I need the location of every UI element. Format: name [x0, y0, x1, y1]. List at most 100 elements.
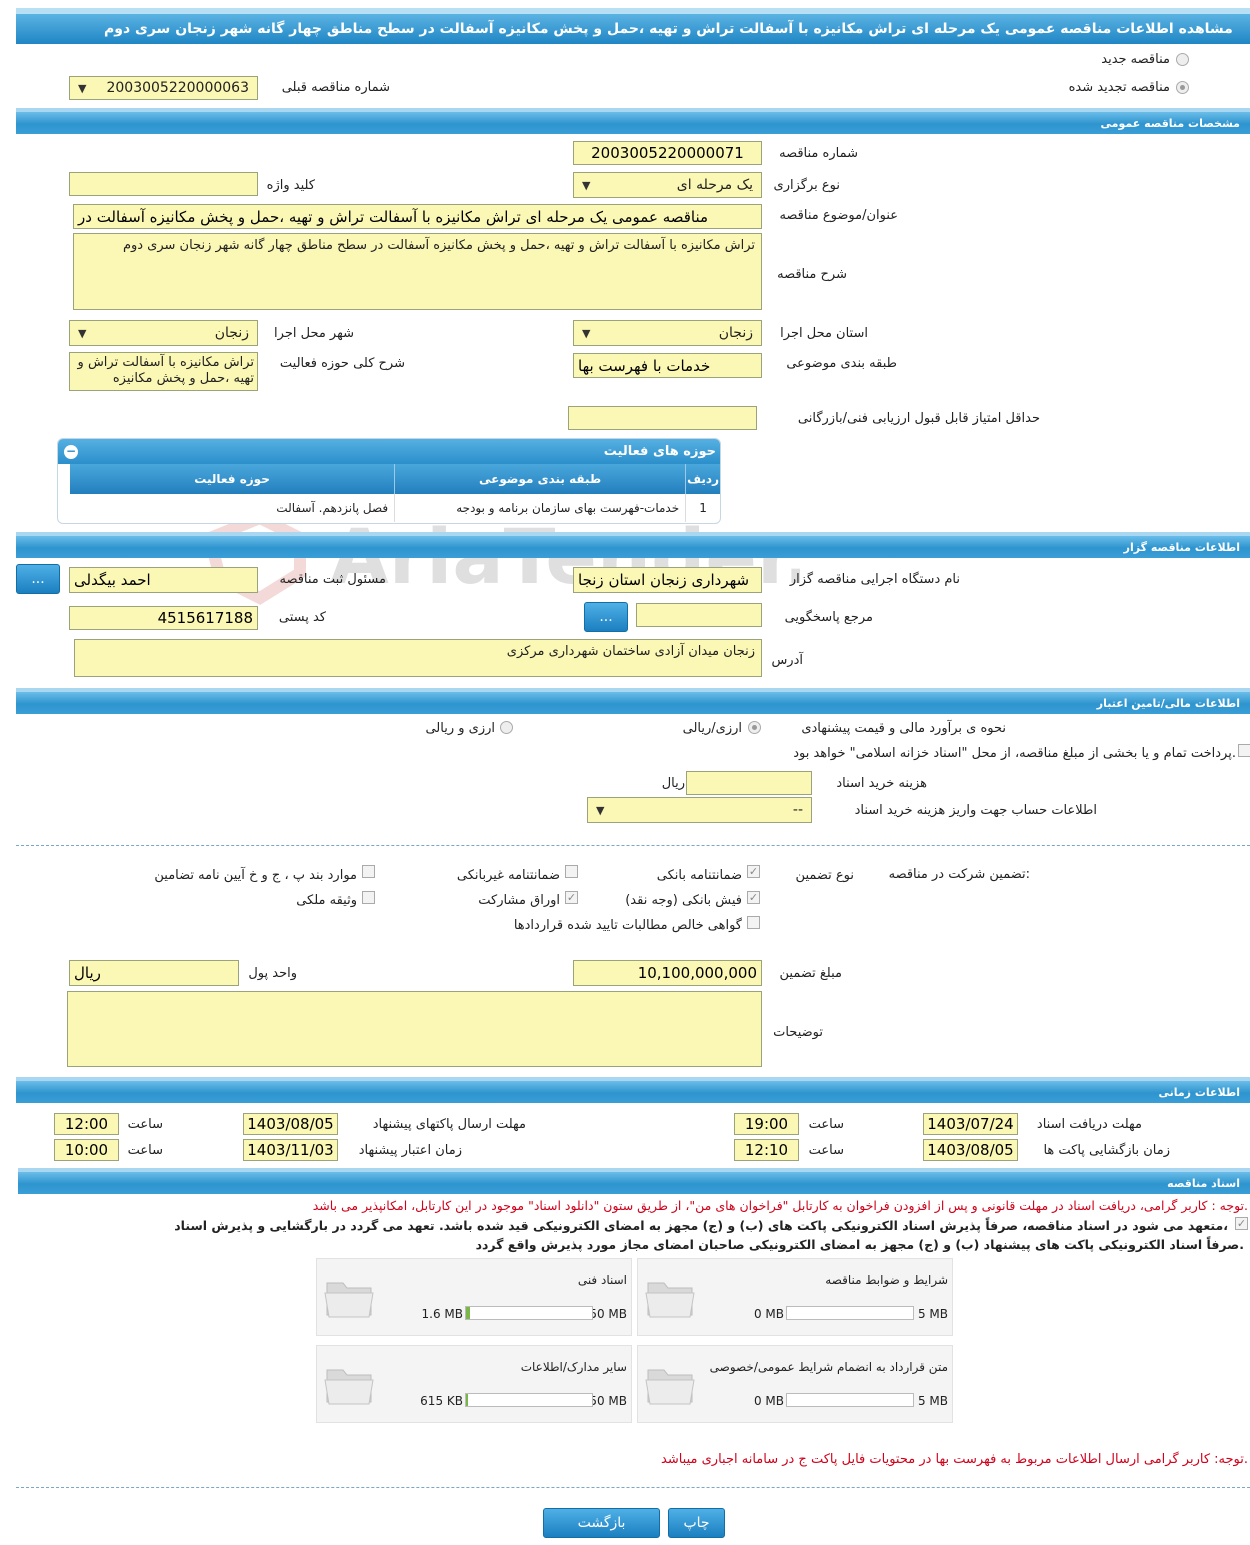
- section-organizer: اطلاعات مناقصه گزار: [16, 532, 1250, 558]
- doc-progress: [465, 1393, 593, 1407]
- activity-panel: − حوزه های فعالیت ردیف طبقه بندی موضوعی …: [57, 438, 721, 524]
- keyword-label: کلید واژه: [266, 178, 315, 193]
- participation-bonds-label: اوراق مشارکت: [478, 893, 560, 908]
- section-finance: اطلاعات مالی/تامین اعتبار: [16, 688, 1250, 714]
- doc-size: 1.6 MB: [421, 1307, 463, 1321]
- bank-guarantee-label: ضمانتنامه بانکی: [656, 868, 742, 883]
- doc-size: 615 KB: [420, 1394, 463, 1408]
- account-value: --: [792, 802, 803, 818]
- category-field[interactable]: خدمات با فهرست بها: [573, 353, 762, 378]
- col-header-category: طبقه بندی موضوعی: [394, 464, 686, 494]
- folder-icon: [645, 1369, 695, 1405]
- send-time-field[interactable]: 12:00: [54, 1113, 119, 1135]
- send-date-field[interactable]: 1403/08/05: [243, 1113, 338, 1135]
- subject-field[interactable]: مناقصه عمومی یک مرحله ای تراش مکانیزه با…: [73, 204, 762, 229]
- chevron-down-icon: ▼: [582, 178, 591, 192]
- guarantee-amount-field[interactable]: 10,100,000,000: [573, 960, 762, 986]
- guarantee-type-label: نوع تضمین: [795, 868, 854, 883]
- doc-max: 50 MB: [589, 1394, 627, 1408]
- islamic-treasury-checkbox[interactable]: [1238, 744, 1250, 757]
- doc-max: 50 MB: [589, 1307, 627, 1321]
- prev-number-value: 2003005220000063: [106, 80, 249, 96]
- ref-lookup-button[interactable]: ...: [584, 602, 628, 632]
- cell-scope: فصل پانزدهم. آسفالت: [276, 501, 389, 515]
- account-label: اطلاعات حساب جهت واریز هزینه خرید اسناد: [854, 803, 1097, 818]
- print-button[interactable]: چاپ: [668, 1508, 725, 1538]
- page-header: مشاهده اطلاعات مناقصه عمومی یک مرحله ای …: [16, 8, 1250, 44]
- doc-card-technical[interactable]: اسناد فنی 50 MB 1.6 MB: [316, 1258, 632, 1336]
- city-select[interactable]: زنجان ▼: [69, 320, 258, 346]
- keyword-field[interactable]: [69, 172, 258, 196]
- type-value: یک مرحله ای: [676, 177, 753, 193]
- scope-field[interactable]: تراش مکانیزه با آسفالت تراش و تهیه ،حمل …: [69, 352, 258, 391]
- commit-checkbox[interactable]: ✓: [1235, 1217, 1248, 1230]
- validity-date-field[interactable]: 1403/11/03: [243, 1139, 338, 1161]
- desc-label: شرح مناقصه: [777, 267, 847, 282]
- province-value: زنجان: [718, 325, 753, 341]
- docs-note-2: توجه: کاربر گرامی ارسال اطلاعات مربوط به…: [661, 1452, 1248, 1467]
- open-label: زمان بازگشایی پاکت ها: [1043, 1143, 1170, 1158]
- validity-time-field[interactable]: 10:00: [54, 1139, 119, 1161]
- doc-card-other[interactable]: سایر مدارک/اطلاعات 50 MB 615 KB: [316, 1345, 632, 1423]
- min-score-field[interactable]: [568, 406, 757, 430]
- validity-label: زمان اعتبار پیشنهاد: [358, 1143, 462, 1158]
- radio-renewed-tender[interactable]: [1176, 81, 1189, 94]
- tender-number-field[interactable]: 2003005220000071: [573, 141, 762, 165]
- doc-progress-fill: [466, 1394, 468, 1406]
- bylaw-items-checkbox[interactable]: [362, 865, 375, 878]
- section-timing: اطلاعات زمانی: [16, 1077, 1250, 1103]
- section-docs: اسناد مناقصه: [18, 1168, 1250, 1194]
- radio-renewed-label: مناقصه تجدید شده: [1068, 80, 1170, 95]
- doc-size: 0 MB: [753, 1394, 784, 1408]
- chevron-down-icon: ▼: [78, 81, 87, 95]
- col-header-scope: حوزه فعالیت: [194, 472, 270, 486]
- nonbank-guarantee-checkbox[interactable]: [565, 865, 578, 878]
- postal-field[interactable]: 4515617188: [69, 606, 258, 630]
- radio-rial[interactable]: [748, 721, 761, 734]
- responsible-lookup-button[interactable]: ...: [16, 564, 60, 594]
- ref-field[interactable]: [636, 603, 762, 627]
- doc-cost-field[interactable]: [686, 771, 812, 795]
- commit-line1: متعهد می شود در اسناد مناقصه، صرفاً پذیر…: [174, 1218, 1228, 1233]
- doc-card-contract[interactable]: متن قرارداد به انضمام شرایط عمومی/خصوصی …: [637, 1345, 953, 1423]
- province-select[interactable]: زنجان ▼: [573, 320, 762, 346]
- postal-label: کد پستی: [278, 610, 326, 625]
- radio-fx-rial[interactable]: [500, 721, 513, 734]
- notes-field[interactable]: [67, 991, 762, 1067]
- open-date-field[interactable]: 1403/08/05: [923, 1139, 1018, 1161]
- bank-guarantee-checkbox[interactable]: ✓: [747, 865, 760, 878]
- chevron-down-icon: ▼: [596, 803, 605, 817]
- property-checkbox[interactable]: [362, 891, 375, 904]
- chevron-down-icon: ▼: [78, 326, 87, 340]
- receive-time-field[interactable]: 19:00: [734, 1113, 799, 1135]
- address-field[interactable]: زنجان میدان آزادی ساختمان شهرداری مرکزی: [74, 639, 762, 677]
- nonbank-guarantee-label: ضمانتنامه غیربانکی: [456, 868, 560, 883]
- send-time-label: ساعت: [127, 1117, 163, 1132]
- receive-label: مهلت دریافت اسناد: [1036, 1117, 1142, 1132]
- collapse-icon[interactable]: −: [64, 444, 78, 459]
- prev-number-label: شماره مناقصه قبلی: [281, 80, 390, 95]
- bank-receipt-checkbox[interactable]: ✓: [747, 891, 760, 904]
- prev-number-select[interactable]: 2003005220000063 ▼: [69, 76, 258, 100]
- receivables-checkbox[interactable]: [747, 916, 760, 929]
- city-label: شهر محل اجرا: [274, 326, 354, 341]
- org-field[interactable]: شهرداری زنجان استان زنجا: [573, 567, 762, 593]
- receive-date-field[interactable]: 1403/07/24: [923, 1113, 1018, 1135]
- participation-bonds-checkbox[interactable]: ✓: [565, 891, 578, 904]
- send-label: مهلت ارسال پاکتهای پیشنهاد: [372, 1117, 526, 1132]
- account-select[interactable]: -- ▼: [587, 797, 812, 823]
- doc-cost-label: هزینه خرید اسناد: [836, 776, 927, 791]
- table-row: 1 خدمات-فهرست بهای سازمان برنامه و بودجه…: [70, 494, 720, 522]
- radio-new-tender[interactable]: [1176, 53, 1189, 66]
- type-select[interactable]: یک مرحله ای ▼: [573, 172, 762, 198]
- divider: [16, 845, 1250, 846]
- doc-progress: [786, 1306, 914, 1320]
- description-field[interactable]: تراش مکانیزه با آسفالت تراش و تهیه ،حمل …: [73, 233, 762, 310]
- doc-card-tender-conditions[interactable]: شرایط و ضوابط مناقصه 5 MB 0 MB: [637, 1258, 953, 1336]
- responsible-field[interactable]: احمد بیگدلی: [69, 567, 258, 593]
- back-button[interactable]: بازگشت: [543, 1508, 660, 1538]
- doc-title: اسناد فنی: [577, 1273, 627, 1287]
- open-time-field[interactable]: 12:10: [734, 1139, 799, 1161]
- province-label: استان محل اجرا: [780, 326, 868, 341]
- currency-field[interactable]: ریال: [69, 960, 239, 986]
